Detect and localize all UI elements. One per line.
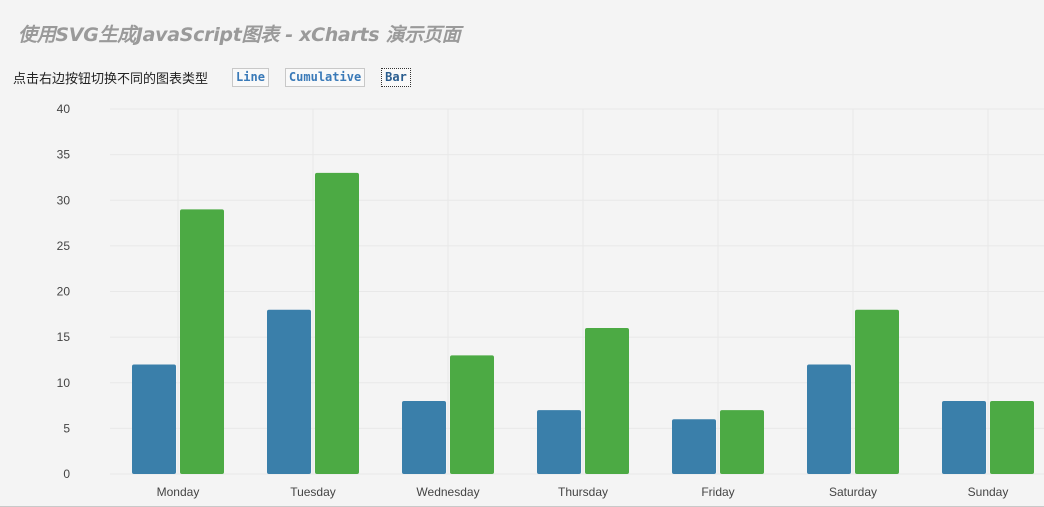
bar-series-2-friday [720, 410, 764, 474]
y-tick-label: 0 [63, 467, 70, 481]
line-chart-button[interactable]: Line [232, 68, 269, 87]
chart-type-toolbar: 点击右边按钮切换不同的图表类型 Line Cumulative Bar [13, 68, 427, 87]
bar-chart: 0 5 10 15 20 25 30 35 40 Monday Tuesday Wednesday Th… [57, 102, 1044, 499]
bar-series-2-tuesday [315, 172, 359, 474]
page-title: 使用SVG生成JavaScript图表 - xCharts 演示页面 [18, 24, 461, 46]
x-tick-label: Tuesday [290, 485, 336, 499]
bar-series-1-saturday [807, 364, 851, 474]
bar-series-2-thursday [585, 328, 629, 474]
bar-series-1-monday [132, 364, 176, 474]
bar-chart-button[interactable]: Bar [381, 68, 411, 87]
bar-series-1-tuesday [267, 309, 311, 474]
y-tick-label: 30 [57, 193, 71, 207]
bar-series-2-monday [180, 209, 224, 474]
x-tick-label: Saturday [829, 485, 877, 499]
instruction-text: 点击右边按钮切换不同的图表类型 [13, 72, 209, 87]
bar-series-1-thursday [537, 410, 581, 474]
x-tick-label: Wednesday [416, 485, 479, 499]
bar-series-1-sunday [942, 401, 986, 474]
bar-series-2-sunday [990, 401, 1034, 474]
bar-series-1-wednesday [402, 401, 446, 474]
y-tick-label: 40 [57, 102, 71, 116]
x-tick-label: Friday [701, 485, 734, 499]
bar-series-1-friday [672, 419, 716, 474]
x-tick-label: Sunday [968, 485, 1009, 499]
cumulative-chart-button[interactable]: Cumulative [284, 68, 366, 87]
y-tick-label: 15 [57, 330, 71, 344]
y-tick-label: 10 [57, 376, 71, 390]
y-tick-label: 25 [57, 239, 71, 253]
x-tick-label: Thursday [558, 485, 608, 499]
y-tick-label: 35 [57, 148, 71, 162]
y-tick-label: 20 [57, 285, 71, 299]
bar-series-2-wednesday [450, 355, 494, 474]
y-tick-label: 5 [63, 421, 70, 435]
bar-series-2-saturday [855, 309, 899, 474]
x-tick-label: Monday [157, 485, 200, 499]
